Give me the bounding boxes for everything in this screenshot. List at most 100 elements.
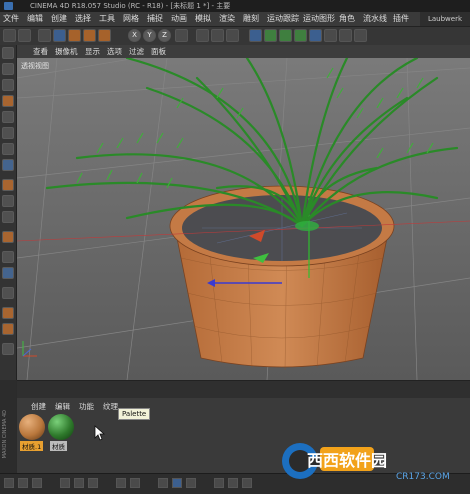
x-axis-icon[interactable]: X: [128, 29, 141, 42]
viewport-menu-display[interactable]: 显示: [85, 46, 100, 57]
menu-plugins[interactable]: 插件: [393, 13, 409, 25]
status-icon-2[interactable]: [18, 478, 28, 488]
workplane-icon[interactable]: [2, 95, 14, 107]
paint-icon[interactable]: [2, 307, 14, 319]
plant-base: [295, 221, 319, 231]
menu-pipeline[interactable]: 流水线: [363, 13, 387, 25]
menu-edit[interactable]: 编辑: [27, 13, 43, 25]
menu-bar: 文件 编辑 创建 选择 工具 网格 捕捉 动画 模拟 渲染 雕刻 运动跟踪 运动…: [0, 12, 470, 27]
timeline-strip[interactable]: [17, 380, 470, 399]
menu-file[interactable]: 文件: [3, 13, 19, 25]
undo-icon[interactable]: [3, 29, 16, 42]
axis-mode-icon[interactable]: [2, 159, 14, 171]
material-label-2[interactable]: 材质: [50, 441, 67, 451]
pen-icon[interactable]: [264, 29, 277, 42]
layer-icon[interactable]: [2, 287, 14, 299]
watermark: 西西软件园 CR173.COM: [278, 437, 468, 483]
coordinate-system-icon[interactable]: [175, 29, 188, 42]
menu-snap[interactable]: 捕捉: [147, 13, 163, 25]
edges-mode-icon[interactable]: [2, 127, 14, 139]
live-select-icon[interactable]: [38, 29, 51, 42]
viewport-menu-filter[interactable]: 过滤: [129, 46, 144, 57]
move-icon[interactable]: [53, 29, 66, 42]
status-icon-3[interactable]: [32, 478, 42, 488]
app-icon: [4, 2, 13, 10]
solo-icon[interactable]: [2, 211, 14, 223]
side-bar-lower: MAXON CINEMA 4D: [0, 380, 16, 473]
layout-selector[interactable]: Laubwerk: [420, 12, 470, 26]
left-tool-palette: [0, 45, 17, 380]
viewport-label: 透视视图: [21, 62, 49, 70]
scale-icon[interactable]: [68, 29, 81, 42]
render-view-icon[interactable]: [196, 29, 209, 42]
menu-select[interactable]: 选择: [75, 13, 91, 25]
viewport-menu: 查看 摄像机 显示 选项 过滤 面板: [17, 45, 470, 59]
watermark-url: CR173.COM: [396, 472, 450, 482]
menu-tools[interactable]: 工具: [99, 13, 115, 25]
model-mode-icon[interactable]: [2, 63, 14, 75]
title-bar: CINEMA 4D R18.057 Studio (RC - R18) - [未…: [0, 0, 470, 12]
mouse-cursor-icon: [94, 425, 106, 441]
sculpt-icon[interactable]: [2, 323, 14, 335]
status-icon-14[interactable]: [242, 478, 252, 488]
redo-icon[interactable]: [18, 29, 31, 42]
lock-workplane-icon[interactable]: [2, 251, 14, 263]
material-swatch-2[interactable]: [48, 414, 74, 440]
rotate-icon[interactable]: [83, 29, 96, 42]
tweak-icon[interactable]: [2, 179, 14, 191]
floor-icon[interactable]: [324, 29, 337, 42]
menu-character[interactable]: 角色: [339, 13, 355, 25]
status-icon-10[interactable]: [172, 478, 182, 488]
texture-mode-icon[interactable]: [2, 79, 14, 91]
material-menu-texture[interactable]: 纹理: [103, 401, 118, 412]
main-toolbar: X Y Z: [0, 27, 470, 46]
render-settings-icon[interactable]: [226, 29, 239, 42]
material-label-1[interactable]: 材质.1: [20, 441, 44, 451]
menu-motion-tracking[interactable]: 运动跟踪: [267, 13, 299, 25]
cube-icon[interactable]: [249, 29, 262, 42]
polygons-mode-icon[interactable]: [2, 143, 14, 155]
status-icon-4[interactable]: [60, 478, 70, 488]
recent-tool-icon[interactable]: [98, 29, 111, 42]
viewport-menu-cameras[interactable]: 摄像机: [55, 46, 78, 57]
status-icon-1[interactable]: [4, 478, 14, 488]
snap-icon[interactable]: [2, 195, 14, 207]
extra-tool-icon[interactable]: [2, 343, 14, 355]
menu-create[interactable]: 创建: [51, 13, 67, 25]
array-icon[interactable]: [294, 29, 307, 42]
status-icon-7[interactable]: [116, 478, 126, 488]
material-swatch-1[interactable]: [19, 414, 45, 440]
viewport-menu-view[interactable]: 查看: [33, 46, 48, 57]
status-icon-6[interactable]: [88, 478, 98, 488]
render-picture-viewer-icon[interactable]: [211, 29, 224, 42]
menu-sculpt[interactable]: 雕刻: [243, 13, 259, 25]
menu-animate[interactable]: 动画: [171, 13, 187, 25]
status-icon-9[interactable]: [158, 478, 168, 488]
material-menu-edit[interactable]: 编辑: [55, 401, 70, 412]
grid-icon[interactable]: [2, 267, 14, 279]
viewport-menu-panel[interactable]: 面板: [151, 46, 166, 57]
subdivision-icon[interactable]: [279, 29, 292, 42]
status-icon-13[interactable]: [228, 478, 238, 488]
status-icon-5[interactable]: [74, 478, 84, 488]
magnet-icon[interactable]: [2, 231, 14, 243]
z-axis-icon[interactable]: Z: [158, 29, 171, 42]
menu-simulate[interactable]: 模拟: [195, 13, 211, 25]
status-icon-11[interactable]: [186, 478, 196, 488]
y-axis-icon[interactable]: Y: [143, 29, 156, 42]
menu-mesh[interactable]: 网格: [123, 13, 139, 25]
points-mode-icon[interactable]: [2, 111, 14, 123]
camera-icon[interactable]: [339, 29, 352, 42]
status-icon-12[interactable]: [214, 478, 224, 488]
menu-render[interactable]: 渲染: [219, 13, 235, 25]
light-icon[interactable]: [354, 29, 367, 42]
deformer-icon[interactable]: [309, 29, 322, 42]
make-editable-icon[interactable]: [2, 47, 14, 59]
status-icon-8[interactable]: [130, 478, 140, 488]
material-menu-function[interactable]: 功能: [79, 401, 94, 412]
perspective-viewport[interactable]: 透视视图: [17, 58, 470, 380]
material-menu-create[interactable]: 创建: [31, 401, 46, 412]
watermark-brand-part1: 西西软件园: [307, 451, 387, 470]
menu-mograph[interactable]: 运动图形: [303, 13, 335, 25]
viewport-menu-options[interactable]: 选项: [107, 46, 122, 57]
